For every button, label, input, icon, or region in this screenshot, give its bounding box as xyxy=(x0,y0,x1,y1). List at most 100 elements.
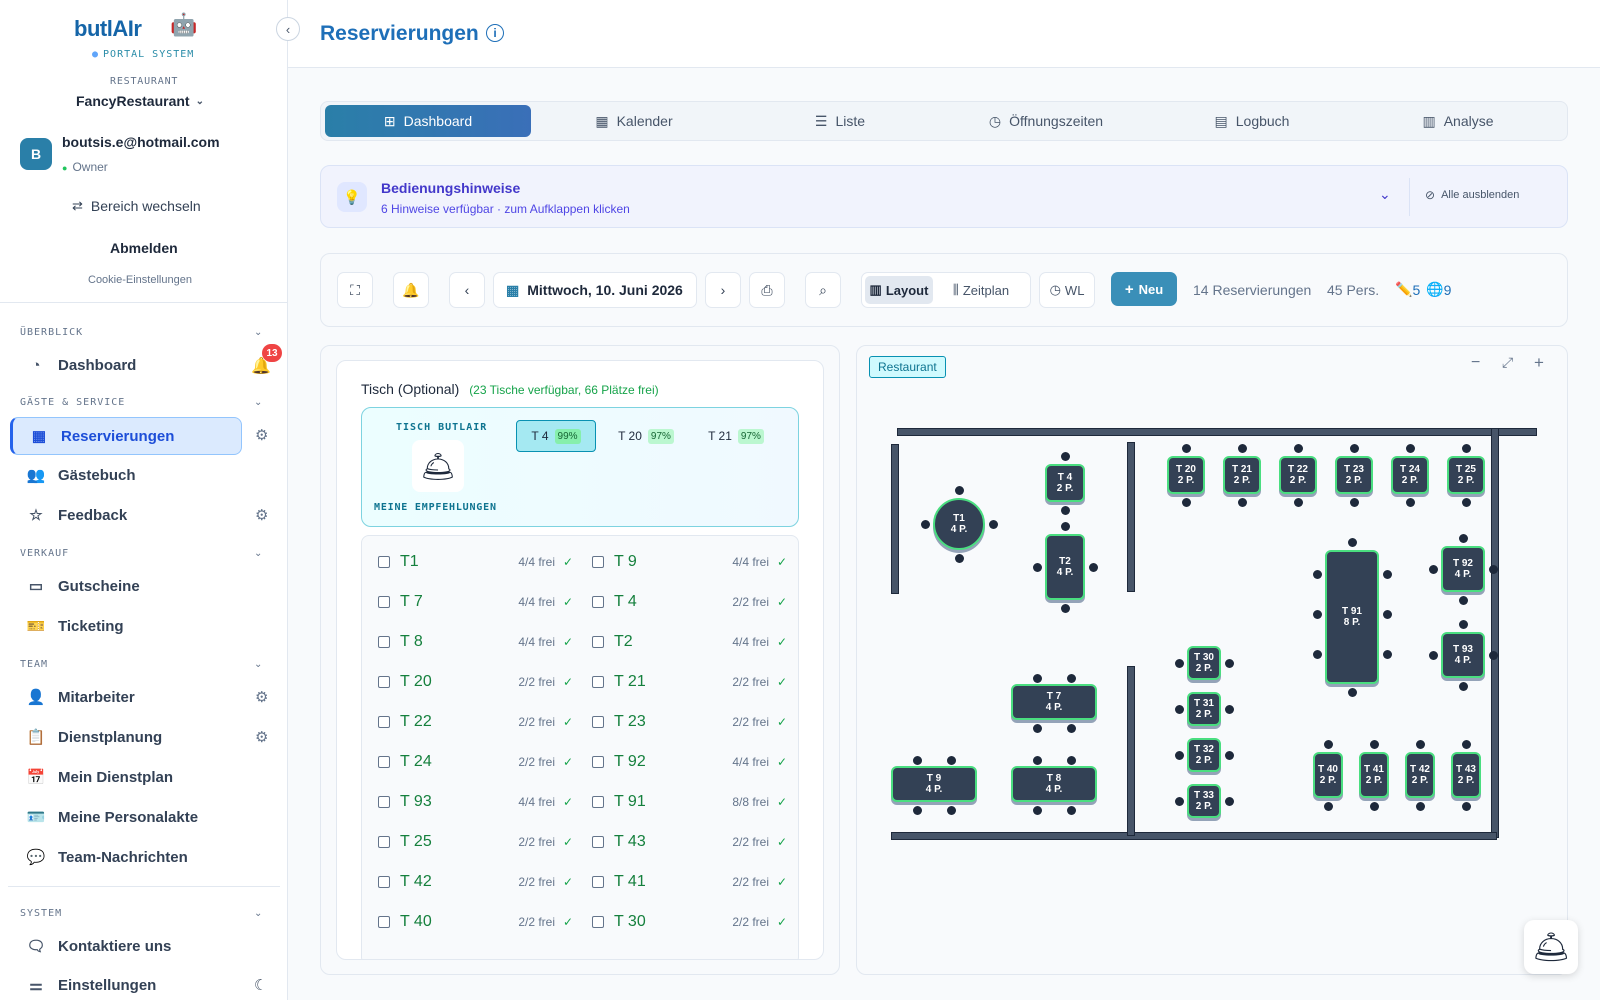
print-button[interactable]: ⎙ xyxy=(749,272,785,308)
table-option[interactable]: T 7 4/4 frei ✓ xyxy=(378,592,573,612)
tab-dashboard[interactable]: ⊞ Dashboard xyxy=(325,105,531,137)
sidebar-item-feedback[interactable]: ☆ Feedback xyxy=(10,496,242,534)
floor-table[interactable]: T 30 2 P. xyxy=(1187,646,1221,680)
checkbox[interactable] xyxy=(378,836,390,848)
recommendation-t20[interactable]: T 20 97% xyxy=(606,420,686,452)
checkbox[interactable] xyxy=(378,636,390,648)
floor-table[interactable]: T 33 2 P. xyxy=(1187,784,1221,818)
timeline-view-button[interactable]: ⫼ Zeitplan xyxy=(935,276,1027,304)
gear-icon[interactable]: ⚙ xyxy=(255,506,268,524)
floor-table[interactable]: T 25 2 P. xyxy=(1447,456,1485,494)
gear-icon[interactable]: ⚙ xyxy=(255,728,268,746)
chevron-down-icon[interactable]: ⌄ xyxy=(254,659,262,670)
floor-table[interactable]: T 42 P. xyxy=(1045,464,1085,502)
hide-all-button[interactable]: ⊘ Alle ausblenden xyxy=(1425,188,1519,202)
sidebar-item-ticketing[interactable]: 🎫 Ticketing xyxy=(10,607,242,645)
chevron-down-icon[interactable]: ⌄ xyxy=(254,548,262,559)
table-option[interactable]: T 23 2/2 frei ✓ xyxy=(592,712,787,732)
sidebar-item-dienstplanung[interactable]: 📋 Dienstplanung xyxy=(10,718,242,756)
restaurant-selector[interactable]: FancyRestaurant ⌄ xyxy=(76,93,204,109)
waitlist-button[interactable]: ◷ WL xyxy=(1039,272,1095,308)
table-option[interactable]: T 43 2/2 frei ✓ xyxy=(592,832,787,852)
floor-table[interactable]: T 93 4 P. xyxy=(1441,632,1485,678)
table-option[interactable]: T 41 2/2 frei ✓ xyxy=(592,872,787,892)
checkbox[interactable] xyxy=(378,676,390,688)
tab-liste[interactable]: ☰ Liste xyxy=(737,105,943,137)
table-option[interactable]: T 4 2/2 frei ✓ xyxy=(592,592,787,612)
butler-assistant-button[interactable]: 🛎 xyxy=(1524,920,1578,974)
floor-table[interactable]: T 43 2 P. xyxy=(1451,752,1481,798)
table-option[interactable]: T 40 2/2 frei ✓ xyxy=(378,912,573,932)
checkbox[interactable] xyxy=(592,756,604,768)
checkbox[interactable] xyxy=(592,796,604,808)
tab-logbuch[interactable]: ▤ Logbuch xyxy=(1149,105,1355,137)
table-option[interactable]: T 20 2/2 frei ✓ xyxy=(378,672,573,692)
floor-table[interactable]: T1 4 P. xyxy=(933,498,985,550)
floor-table[interactable]: T 41 2 P. xyxy=(1359,752,1389,798)
floor-table[interactable]: T 74 P. xyxy=(1011,684,1097,720)
floor-table[interactable]: T2 4 P. xyxy=(1045,534,1085,600)
tab-kalender[interactable]: ▦ Kalender xyxy=(531,105,737,137)
fit-to-screen-button[interactable]: ⤢ xyxy=(1502,354,1513,371)
floor-table[interactable]: T 84 P. xyxy=(1011,766,1097,802)
table-option[interactable]: T 42 2/2 frei ✓ xyxy=(378,872,573,892)
table-option[interactable]: T 24 2/2 frei ✓ xyxy=(378,752,573,772)
chevron-down-icon[interactable]: ⌄ xyxy=(254,908,262,919)
table-option[interactable]: T 92 4/4 frei ✓ xyxy=(592,752,787,772)
checkbox[interactable] xyxy=(592,716,604,728)
recommendation-t4[interactable]: T 4 99% xyxy=(516,420,596,452)
table-option[interactable]: T 25 2/2 frei ✓ xyxy=(378,832,573,852)
floor-table[interactable]: T 40 2 P. xyxy=(1313,752,1343,798)
search-button[interactable]: ⌕ xyxy=(805,272,841,308)
new-reservation-button[interactable]: + Neu xyxy=(1111,272,1177,306)
checkbox[interactable] xyxy=(592,876,604,888)
checkbox[interactable] xyxy=(378,916,390,928)
chevron-down-icon[interactable]: ⌄ xyxy=(254,397,262,408)
tab-oeffnungszeiten[interactable]: ◷ Öffnungszeiten xyxy=(943,105,1149,137)
floor-table[interactable]: T 32 2 P. xyxy=(1187,738,1221,772)
floor-table[interactable]: T 31 2 P. xyxy=(1187,692,1221,726)
checkbox[interactable] xyxy=(592,596,604,608)
checkbox[interactable] xyxy=(378,716,390,728)
gear-icon[interactable]: ⚙ xyxy=(255,688,268,706)
sidebar-item-dashboard[interactable]: ◔ Dashboard xyxy=(10,346,242,384)
floor-table[interactable]: T 91 8 P. xyxy=(1325,550,1379,684)
floor-table[interactable]: T 23 2 P. xyxy=(1335,456,1373,494)
sidebar-item-einstellungen[interactable]: ⚌ Einstellungen xyxy=(10,966,242,1000)
checkbox[interactable] xyxy=(378,596,390,608)
table-option[interactable]: T 91 8/8 frei ✓ xyxy=(592,792,787,812)
floor-table[interactable]: T 42 2 P. xyxy=(1405,752,1435,798)
floor-table[interactable]: T 94 P. xyxy=(891,766,977,802)
checkbox[interactable] xyxy=(592,556,604,568)
table-option[interactable]: T 21 2/2 frei ✓ xyxy=(592,672,787,692)
checkbox[interactable] xyxy=(378,556,390,568)
checkbox[interactable] xyxy=(378,796,390,808)
table-option[interactable]: T1 4/4 frei ✓ xyxy=(378,552,573,572)
prev-day-button[interactable]: ‹ xyxy=(449,272,485,308)
table-option[interactable]: T 93 4/4 frei ✓ xyxy=(378,792,573,812)
cookie-settings-link[interactable]: Cookie-Einstellungen xyxy=(88,274,192,286)
fullscreen-button[interactable]: ⛶ xyxy=(337,272,373,308)
zoom-in-button[interactable]: + xyxy=(1534,353,1544,373)
switch-area-button[interactable]: ⇄ Bereich wechseln xyxy=(72,198,201,214)
sidebar-item-gaestebuch[interactable]: 👥 Gästebuch xyxy=(10,456,242,494)
floor-table[interactable]: T 22 2 P. xyxy=(1279,456,1317,494)
sidebar-item-mitarbeiter[interactable]: 👤 Mitarbeiter xyxy=(10,678,242,716)
floor-table[interactable]: T 21 2 P. xyxy=(1223,456,1261,494)
checkbox[interactable] xyxy=(592,676,604,688)
collapse-sidebar-button[interactable]: ‹ xyxy=(276,17,300,41)
checkbox[interactable] xyxy=(378,756,390,768)
chevron-down-icon[interactable]: ⌄ xyxy=(254,327,262,338)
logout-button[interactable]: Abmelden xyxy=(110,240,178,256)
checkbox[interactable] xyxy=(592,836,604,848)
date-picker[interactable]: ▦ Mittwoch, 10. Juni 2026 xyxy=(493,272,697,308)
gear-icon[interactable]: ⚙ xyxy=(255,426,268,444)
table-option[interactable]: T2 4/4 frei ✓ xyxy=(592,632,787,652)
sidebar-item-reservierungen[interactable]: ▦ Reservierungen xyxy=(10,417,242,455)
checkbox[interactable] xyxy=(378,876,390,888)
room-badge[interactable]: Restaurant xyxy=(869,356,946,378)
next-day-button[interactable]: › xyxy=(705,272,741,308)
sidebar-item-team-nachrichten[interactable]: 💬 Team-Nachrichten xyxy=(10,838,242,876)
table-option[interactable]: T 30 2/2 frei ✓ xyxy=(592,912,787,932)
checkbox[interactable] xyxy=(592,636,604,648)
